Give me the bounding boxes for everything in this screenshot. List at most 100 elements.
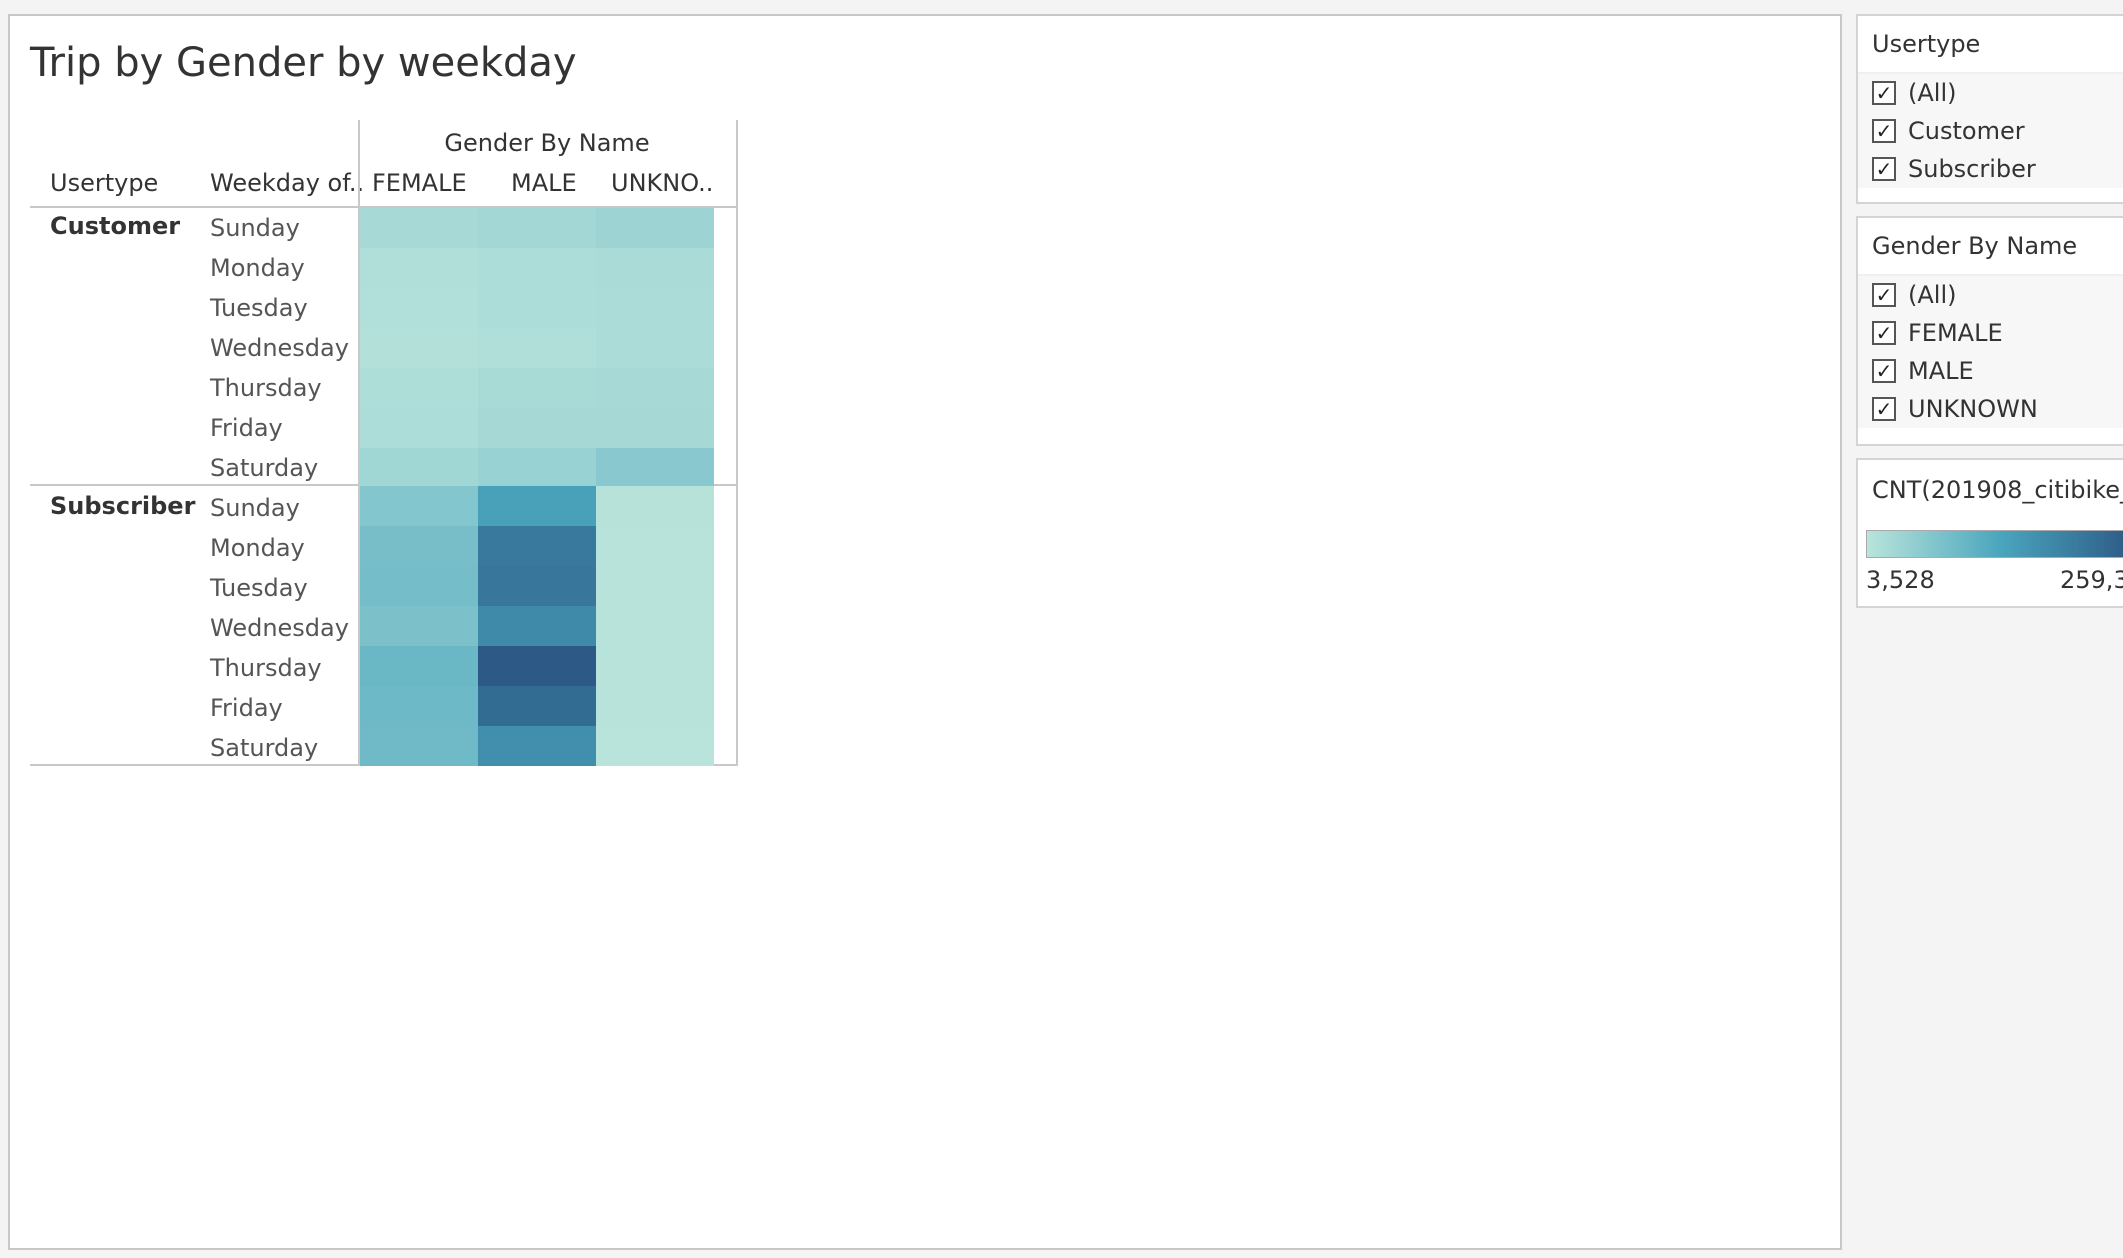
- heatmap-cell[interactable]: [478, 208, 596, 248]
- legend-min-label: 3,528: [1866, 566, 1935, 594]
- column-group-header: Gender By Name: [444, 129, 650, 157]
- heatmap-table: Gender By Name Usertype Weekday of.. FEM…: [30, 120, 738, 780]
- filter-option[interactable]: ✓ (All): [1858, 276, 2123, 314]
- heatmap-cell[interactable]: [360, 526, 478, 566]
- heatmap-cell[interactable]: [360, 686, 478, 726]
- row-label-day[interactable]: Thursday: [210, 654, 322, 682]
- heatmap-cell[interactable]: [478, 368, 596, 408]
- filter-option-label: Customer: [1908, 117, 2025, 145]
- heatmap-cell[interactable]: [360, 448, 478, 488]
- heatmap-cell[interactable]: [596, 726, 714, 766]
- heatmap-cell[interactable]: [360, 408, 478, 448]
- heatmap-cell[interactable]: [478, 566, 596, 606]
- heatmap-cell[interactable]: [478, 486, 596, 526]
- filter-option[interactable]: ✓ (All): [1858, 74, 2123, 112]
- heatmap-cell[interactable]: [596, 208, 714, 248]
- checkbox-checked-icon[interactable]: ✓: [1872, 283, 1896, 307]
- row-label-subscriber[interactable]: Subscriber: [50, 492, 195, 520]
- filter-option-label: Subscriber: [1908, 155, 2036, 183]
- heatmap-cell[interactable]: [478, 248, 596, 288]
- heatmap-cell[interactable]: [360, 606, 478, 646]
- heatmap-cell[interactable]: [478, 726, 596, 766]
- legend-gradient-bar: [1866, 530, 2123, 558]
- row-label-day[interactable]: Monday: [210, 534, 305, 562]
- heatmap-cell[interactable]: [596, 248, 714, 288]
- filter-option-label: (All): [1908, 281, 1957, 309]
- checkbox-checked-icon[interactable]: ✓: [1872, 321, 1896, 345]
- filter-option-label: MALE: [1908, 357, 1974, 385]
- heatmap-cell[interactable]: [478, 686, 596, 726]
- heatmap-cell[interactable]: [596, 566, 714, 606]
- filter-gender: Gender By Name ✓ (All) ✓ FEMALE ✓ MALE ✓…: [1856, 216, 2123, 446]
- filter-option-label: FEMALE: [1908, 319, 2003, 347]
- heatmap-cell[interactable]: [478, 288, 596, 328]
- checkbox-checked-icon[interactable]: ✓: [1872, 119, 1896, 143]
- row-label-day[interactable]: Tuesday: [210, 574, 308, 602]
- row-header-weekday[interactable]: Weekday of..: [210, 168, 364, 198]
- row-label-day[interactable]: Wednesday: [210, 334, 349, 362]
- heatmap-cell[interactable]: [596, 686, 714, 726]
- heatmap-cell[interactable]: [596, 526, 714, 566]
- filter-option[interactable]: ✓ Customer: [1858, 112, 2123, 150]
- heatmap-cell[interactable]: [478, 328, 596, 368]
- heatmap-cell[interactable]: [596, 448, 714, 488]
- heatmap-cell[interactable]: [596, 328, 714, 368]
- filter-option[interactable]: ✓ Subscriber: [1858, 150, 2123, 188]
- filter-options: ✓ (All) ✓ FEMALE ✓ MALE ✓ UNKNOWN: [1858, 274, 2123, 428]
- heatmap-cell[interactable]: [360, 328, 478, 368]
- color-legend: CNT(201908_citibike_ 3,528 259,3: [1856, 458, 2123, 608]
- dashboard-canvas: Trip by Gender by weekday Gender By Name…: [8, 14, 1842, 1250]
- heatmap-cell[interactable]: [360, 566, 478, 606]
- checkbox-checked-icon[interactable]: ✓: [1872, 157, 1896, 181]
- heatmap-cell[interactable]: [360, 726, 478, 766]
- row-label-day[interactable]: Tuesday: [210, 294, 308, 322]
- column-header-female[interactable]: FEMALE: [372, 168, 467, 198]
- row-label-day[interactable]: Friday: [210, 694, 283, 722]
- heatmap-cell[interactable]: [360, 486, 478, 526]
- filter-option[interactable]: ✓ MALE: [1858, 352, 2123, 390]
- row-label-day[interactable]: Monday: [210, 254, 305, 282]
- row-header-usertype[interactable]: Usertype: [50, 168, 158, 198]
- filter-option-label: UNKNOWN: [1908, 395, 2038, 423]
- row-label-day[interactable]: Saturday: [210, 734, 318, 762]
- row-label-day[interactable]: Sunday: [210, 214, 300, 242]
- heatmap-cell[interactable]: [596, 606, 714, 646]
- heatmap-cell[interactable]: [360, 248, 478, 288]
- heatmap-cell[interactable]: [596, 486, 714, 526]
- checkbox-checked-icon[interactable]: ✓: [1872, 397, 1896, 421]
- checkbox-checked-icon[interactable]: ✓: [1872, 81, 1896, 105]
- row-label-day[interactable]: Saturday: [210, 454, 318, 482]
- heatmap-cell[interactable]: [360, 368, 478, 408]
- heatmap-cell[interactable]: [478, 448, 596, 488]
- filter-option[interactable]: ✓ UNKNOWN: [1858, 390, 2123, 428]
- divider: [736, 120, 738, 766]
- heatmap-cell[interactable]: [596, 408, 714, 448]
- row-label-day[interactable]: Sunday: [210, 494, 300, 522]
- heatmap-cell[interactable]: [478, 526, 596, 566]
- column-header-male[interactable]: MALE: [511, 168, 577, 198]
- row-label-day[interactable]: Friday: [210, 414, 283, 442]
- column-header-unknown[interactable]: UNKNO..: [611, 168, 713, 198]
- filter-option-label: (All): [1908, 79, 1957, 107]
- legend-title: CNT(201908_citibike_: [1872, 476, 2123, 504]
- row-label-day[interactable]: Wednesday: [210, 614, 349, 642]
- checkbox-checked-icon[interactable]: ✓: [1872, 359, 1896, 383]
- heatmap-cell[interactable]: [478, 408, 596, 448]
- heatmap-cell[interactable]: [360, 208, 478, 248]
- sidebar: Usertype ✓ (All) ✓ Customer ✓ Subscriber…: [1852, 14, 2123, 1254]
- row-label-day[interactable]: Thursday: [210, 374, 322, 402]
- heatmap-cell[interactable]: [596, 646, 714, 686]
- filter-title: Usertype: [1858, 16, 2123, 72]
- legend-max-label: 259,3: [2060, 566, 2123, 594]
- heatmap-cell[interactable]: [478, 646, 596, 686]
- heatmap-cell[interactable]: [478, 606, 596, 646]
- filter-title: Gender By Name: [1858, 218, 2123, 274]
- row-label-customer[interactable]: Customer: [50, 212, 180, 240]
- filter-usertype: Usertype ✓ (All) ✓ Customer ✓ Subscriber: [1856, 14, 2123, 204]
- heatmap-cell[interactable]: [360, 288, 478, 328]
- filter-option[interactable]: ✓ FEMALE: [1858, 314, 2123, 352]
- page-title: Trip by Gender by weekday: [30, 40, 577, 86]
- heatmap-cell[interactable]: [596, 288, 714, 328]
- heatmap-cell[interactable]: [596, 368, 714, 408]
- heatmap-cell[interactable]: [360, 646, 478, 686]
